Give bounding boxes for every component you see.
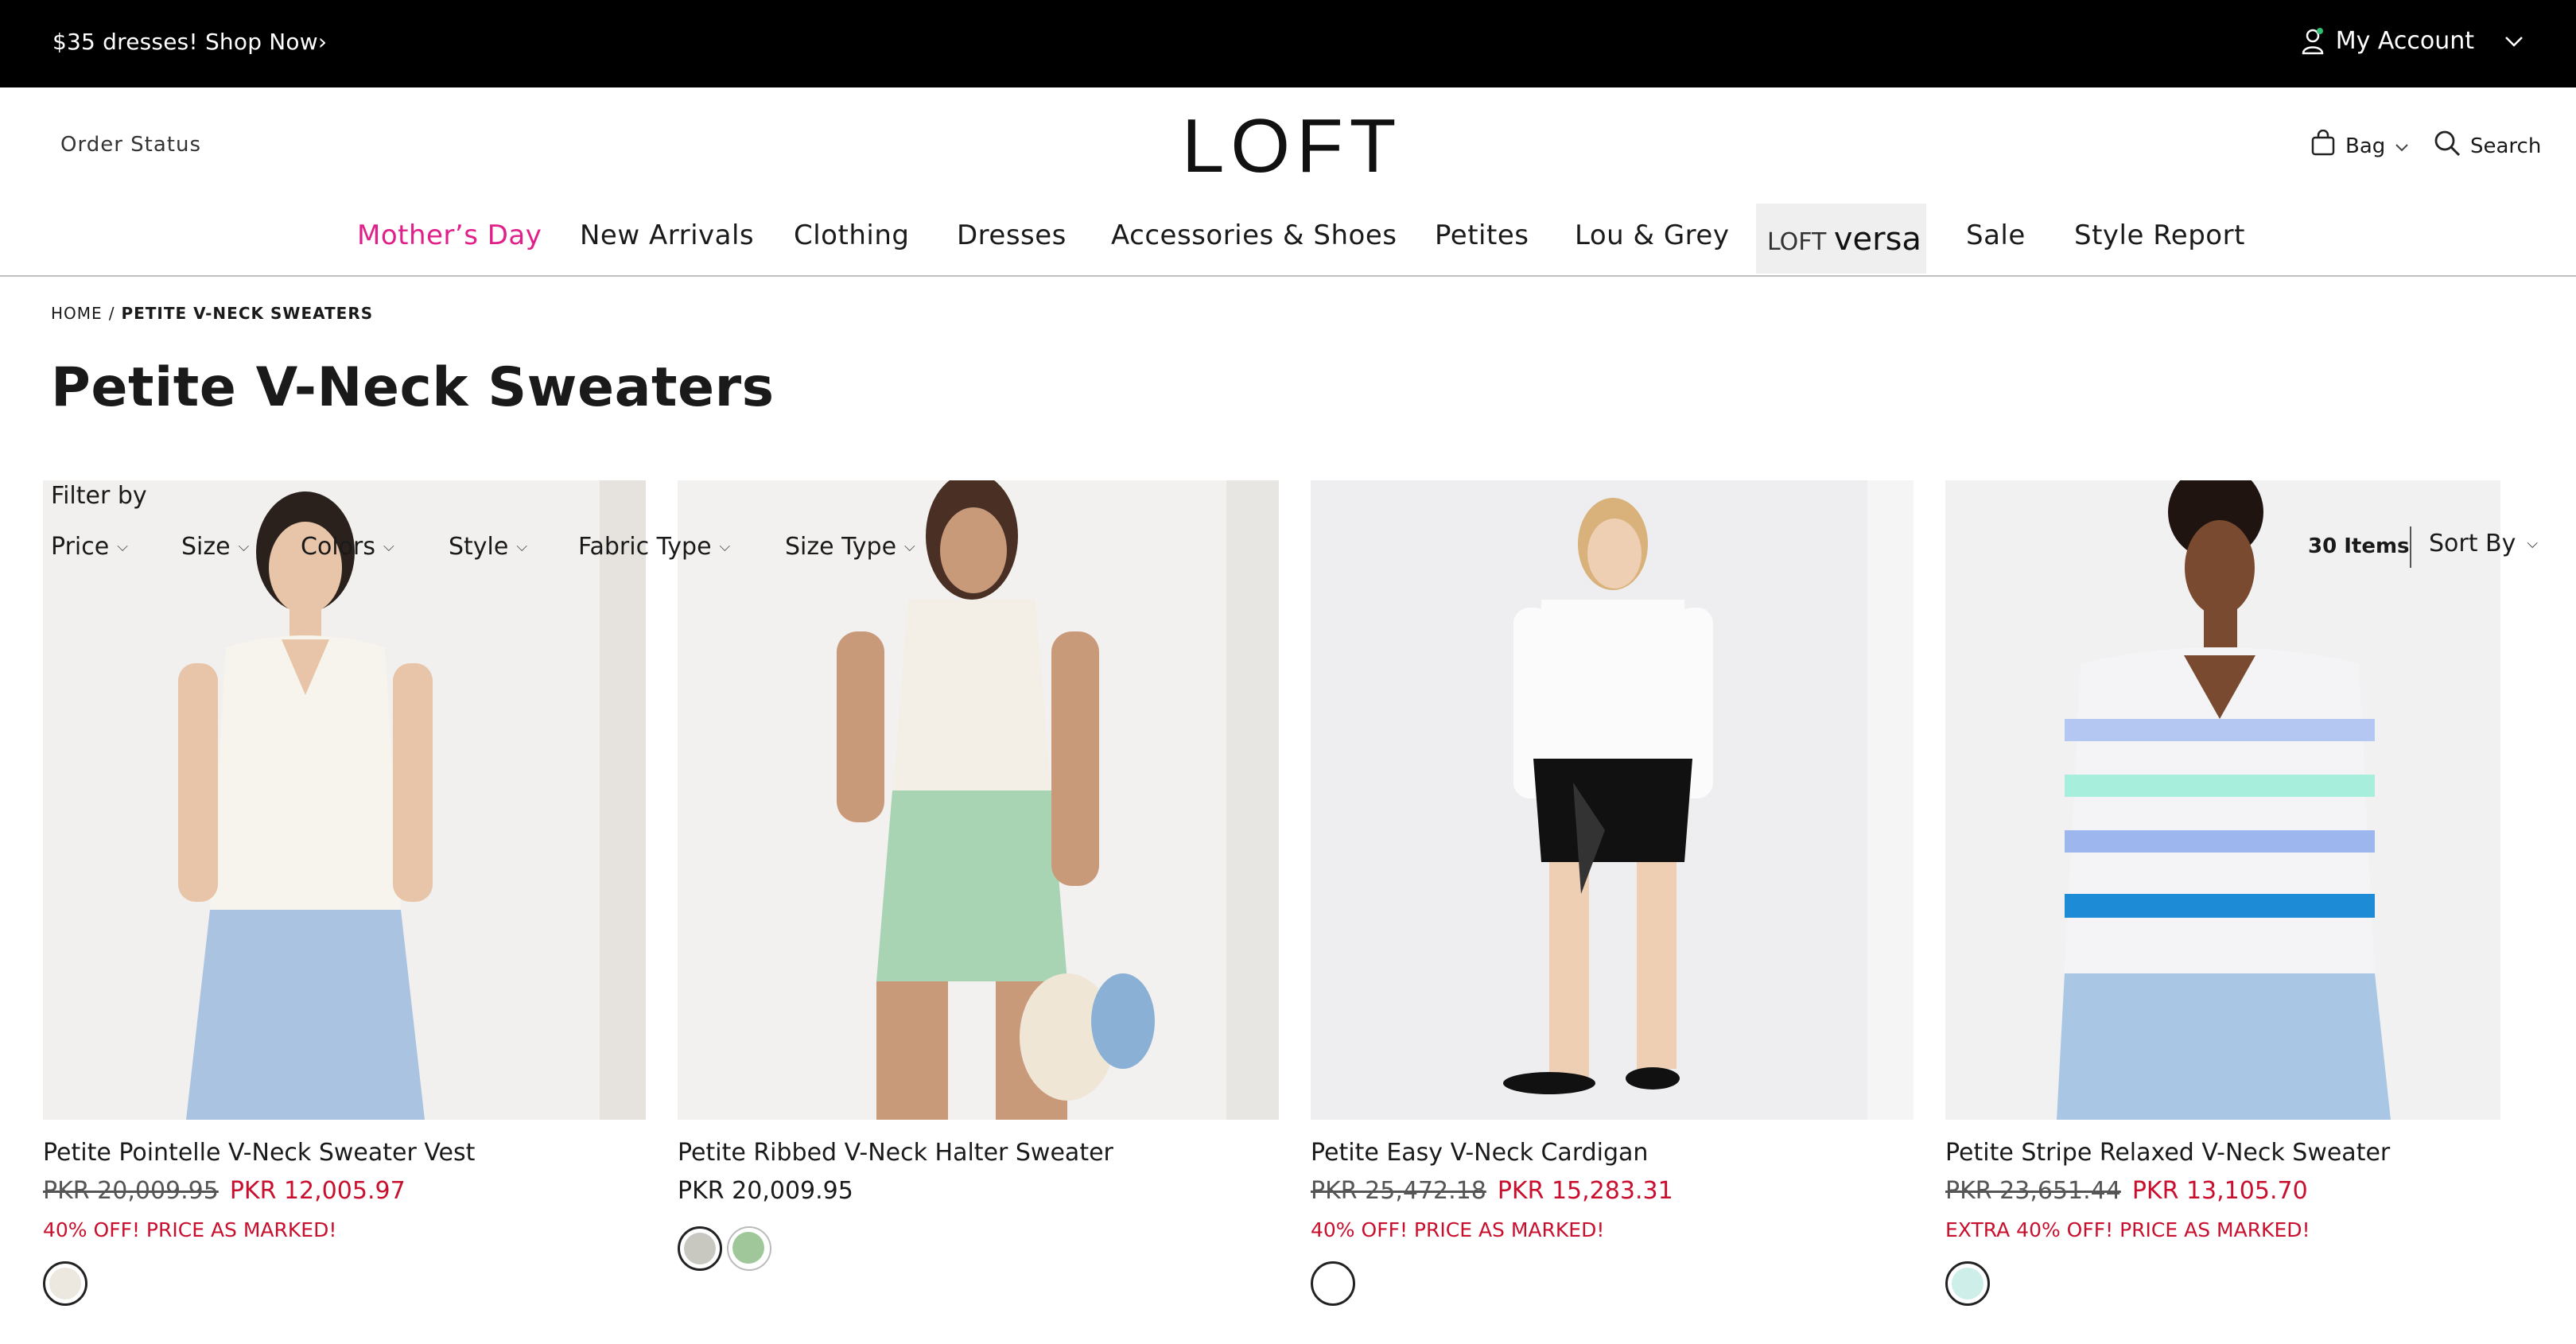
product-price: PKR 20,009.95 PKR 12,005.97	[43, 1177, 406, 1205]
product-image[interactable]	[1945, 480, 2500, 1120]
product-name[interactable]: Petite Easy V-Neck Cardigan	[1311, 1139, 1648, 1167]
product-price: PKR 20,009.95	[678, 1177, 853, 1205]
promo-link[interactable]: $35 dresses! Shop Now›	[52, 29, 327, 55]
breadcrumb: HOME / PETITE V-NECK SWEATERS	[51, 304, 373, 323]
nav-mothers-day[interactable]: Mother’s Day	[357, 219, 542, 251]
chevron-down-icon: ⌵	[904, 538, 915, 555]
user-icon	[2301, 27, 2325, 55]
filter-label: Size Type	[785, 533, 897, 561]
chevron-down-icon: ⌵	[516, 538, 528, 555]
filter-label: Size	[181, 533, 231, 561]
search-button[interactable]: Search	[2434, 130, 2541, 162]
nav-new-arrivals[interactable]: New Arrivals	[580, 219, 754, 251]
search-label: Search	[2470, 134, 2542, 158]
chevron-down-icon: ⌵	[117, 538, 128, 555]
original-price: PKR 25,472.18	[1311, 1177, 1486, 1205]
order-status-link[interactable]: Order Status	[60, 133, 201, 157]
my-account-menu[interactable]: My Account	[2301, 27, 2524, 55]
product-name[interactable]: Petite Stripe Relaxed V-Neck Sweater	[1945, 1139, 2390, 1167]
breadcrumb-separator: /	[108, 304, 115, 323]
chevron-down-icon: ⌵	[383, 538, 394, 555]
my-account-label: My Account	[2335, 27, 2474, 55]
sort-by-dropdown[interactable]: Sort By ⌵	[2429, 530, 2538, 557]
main-nav: Mother’s Day New Arrivals Clothing Dress…	[0, 204, 2576, 277]
bag-label: Bag	[2345, 134, 2386, 158]
filter-fabric-type[interactable]: Fabric Type ⌵	[578, 533, 730, 561]
promo-bar: $35 dresses! Shop Now› My Account	[0, 0, 2576, 87]
bag-button[interactable]: Bag	[2310, 129, 2409, 162]
chevron-down-icon: ⌵	[238, 538, 250, 555]
filter-style[interactable]: Style ⌵	[449, 533, 527, 561]
promo-note: 40% OFF! PRICE AS MARKED!	[43, 1218, 337, 1241]
color-swatch[interactable]	[678, 1226, 722, 1271]
loft-logo[interactable]: LOFT	[1182, 108, 1402, 185]
filter-label: Fabric Type	[578, 533, 712, 561]
chevron-down-icon	[2504, 36, 2524, 47]
chevron-down-icon	[2395, 134, 2409, 158]
color-swatch[interactable]	[43, 1261, 87, 1306]
loft-versa-logo: LOFT versa	[1767, 221, 1921, 258]
product-price: PKR 23,651.44 PKR 13,105.70	[1945, 1177, 2308, 1205]
promo-note: EXTRA 40% OFF! PRICE AS MARKED!	[1945, 1218, 2310, 1241]
color-swatch[interactable]	[1311, 1261, 1355, 1306]
nav-petites[interactable]: Petites	[1435, 219, 1529, 251]
search-icon	[2434, 130, 2461, 162]
sale-price: PKR 13,105.70	[2131, 1177, 2308, 1205]
product-name[interactable]: Petite Pointelle V-Neck Sweater Vest	[43, 1139, 475, 1167]
nav-lou-grey[interactable]: Lou & Grey	[1575, 219, 1729, 251]
color-swatch[interactable]	[1945, 1261, 1990, 1306]
product-image[interactable]	[1311, 480, 1914, 1120]
product-name[interactable]: Petite Ribbed V-Neck Halter Sweater	[678, 1139, 1113, 1167]
breadcrumb-home[interactable]: HOME	[51, 304, 103, 323]
promo-note: 40% OFF! PRICE AS MARKED!	[1311, 1218, 1605, 1241]
versa-word: versa	[1833, 221, 1921, 258]
filter-label: Style	[449, 533, 509, 561]
divider	[2410, 526, 2411, 568]
filter-size-type[interactable]: Size Type ⌵	[785, 533, 915, 561]
sale-price: PKR 12,005.97	[229, 1177, 406, 1205]
product-price: PKR 25,472.18 PKR 15,283.31	[1311, 1177, 1673, 1205]
sale-price: PKR 15,283.31	[1497, 1177, 1673, 1205]
original-price: PKR 20,009.95	[43, 1177, 219, 1205]
nav-clothing[interactable]: Clothing	[794, 219, 909, 251]
filter-label: Colors	[301, 533, 375, 561]
chevron-down-icon: ⌵	[2527, 535, 2539, 552]
filter-colors[interactable]: Colors ⌵	[301, 533, 394, 561]
item-count: 30 Items	[2308, 534, 2410, 558]
filter-size[interactable]: Size ⌵	[181, 533, 249, 561]
original-price: PKR 23,651.44	[1945, 1177, 2121, 1205]
chevron-down-icon: ⌵	[719, 538, 731, 555]
sale-price: PKR 20,009.95	[678, 1177, 853, 1205]
filter-price[interactable]: Price ⌵	[51, 533, 128, 561]
filter-label: Price	[51, 533, 110, 561]
breadcrumb-current: PETITE V-NECK SWEATERS	[121, 304, 374, 323]
color-swatch[interactable]	[727, 1226, 771, 1271]
versa-prefix: LOFT	[1767, 228, 1827, 256]
filter-by-label: Filter by	[51, 482, 147, 510]
nav-style-report[interactable]: Style Report	[2074, 219, 2245, 251]
shopping-bag-icon	[2310, 129, 2336, 162]
nav-dresses[interactable]: Dresses	[957, 219, 1067, 251]
product-image[interactable]	[678, 480, 1279, 1120]
page-title: Petite V-Neck Sweaters	[51, 356, 775, 419]
sort-by-label: Sort By	[2429, 530, 2516, 557]
nav-accessories-shoes[interactable]: Accessories & Shoes	[1111, 219, 1397, 251]
product-image[interactable]	[43, 480, 646, 1120]
nav-sale[interactable]: Sale	[1966, 219, 2026, 251]
